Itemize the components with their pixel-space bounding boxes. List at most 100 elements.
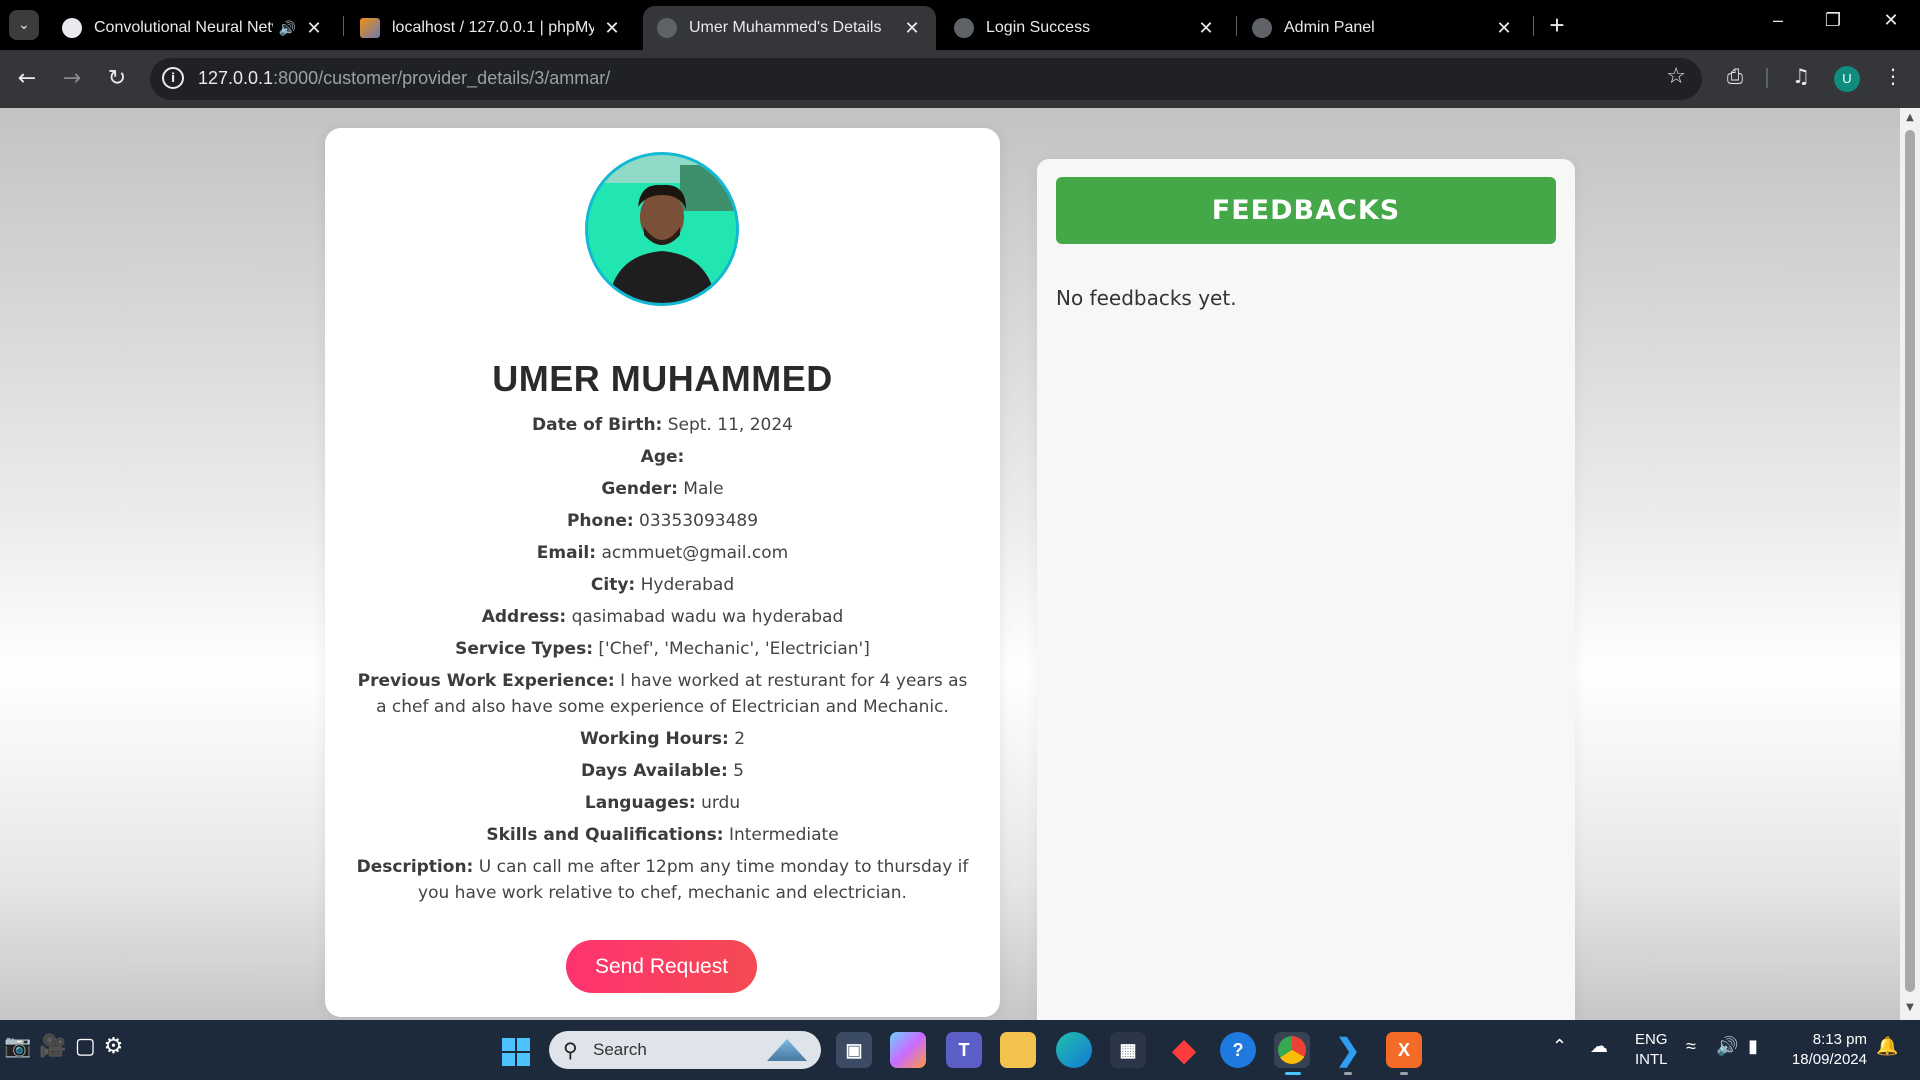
detail-label: Service Types: (455, 639, 594, 659)
detail-value: 2 (734, 729, 746, 749)
page-viewport: UMER MUHAMMED Date of Birth: Sept. 11, 2… (0, 108, 1900, 1020)
scroll-down-arrow-icon[interactable]: ▼ (1900, 1002, 1920, 1018)
close-window-icon[interactable]: ✕ (1876, 10, 1906, 31)
close-icon[interactable]: ✕ (1196, 18, 1216, 39)
detail-label: City: (590, 575, 636, 595)
search-highlight-icon (767, 1039, 807, 1061)
restore-icon[interactable]: ❐ (1818, 10, 1848, 31)
extensions-icon[interactable]: ⎙ (1720, 64, 1750, 88)
detail-label: Gender: (601, 479, 678, 499)
running-indicator (1285, 1072, 1301, 1075)
chrome-icon[interactable] (1274, 1032, 1310, 1068)
forward-arrow-icon[interactable]: → (57, 64, 87, 94)
url-text[interactable]: 127.0.0.1:8000/customer/provider_details… (198, 68, 610, 89)
detail-label: Description: (356, 857, 474, 877)
language-code: ENG (1635, 1031, 1668, 1048)
chevron-up-icon[interactable]: ⌃ (1552, 1036, 1567, 1057)
tab-phpmyadmin[interactable]: localhost / 127.0.0.1 | phpMyAd ✕ (346, 6, 636, 50)
detail-gender: Gender: Male (355, 476, 970, 502)
person-photo-icon (588, 155, 736, 303)
task-view-icon[interactable]: ▣ (836, 1032, 872, 1068)
tab-title: Convolutional Neural Netw (94, 19, 273, 36)
close-icon[interactable]: ✕ (902, 18, 922, 39)
scrollbar-thumb[interactable] (1905, 130, 1915, 992)
feedbacks-header: FEEDBACKS (1056, 177, 1556, 244)
detail-address: Address: qasimabad wadu wa hyderabad (355, 604, 970, 630)
globe-icon (954, 18, 974, 38)
wifi-icon[interactable]: ≈ (1686, 1036, 1696, 1057)
send-request-button[interactable]: Send Request (566, 940, 757, 993)
minimize-icon[interactable]: – (1763, 10, 1793, 31)
help-app-icon[interactable]: ? (1220, 1032, 1256, 1068)
detail-value: Hyderabad (640, 575, 735, 595)
close-icon[interactable]: ✕ (602, 18, 622, 39)
detail-date-of-birth: Date of Birth: Sept. 11, 2024 (355, 412, 970, 438)
site-info-icon[interactable]: i (162, 67, 184, 89)
detail-age: Age: (355, 444, 970, 470)
detail-value: 03353093489 (639, 511, 759, 531)
red-diamond-app-icon[interactable]: ◆ (1166, 1032, 1202, 1068)
notification-bell-icon[interactable]: 🔔 (1876, 1036, 1898, 1057)
detail-value: urdu (701, 793, 741, 813)
globe-icon (1252, 18, 1272, 38)
detail-label: Working Hours: (579, 729, 729, 749)
browser-toolbar: ← → ↻ i 127.0.0.1:8000/customer/provider… (0, 50, 1920, 108)
running-indicator (1400, 1072, 1408, 1075)
clock-date: 18/09/2024 (1791, 1051, 1867, 1068)
back-arrow-icon[interactable]: ← (12, 64, 42, 94)
settings-gear-icon[interactable]: ⚙ (104, 1034, 124, 1059)
copilot-icon[interactable] (890, 1032, 926, 1068)
tab-admin-panel[interactable]: Admin Panel ✕ (1238, 6, 1528, 50)
detail-service-types: Service Types: ['Chef', 'Mechanic', 'Ele… (355, 636, 970, 662)
xampp-icon[interactable]: X (1386, 1032, 1422, 1068)
tab-title: Login Success (986, 19, 1091, 36)
detail-value: 5 (733, 761, 744, 781)
close-icon[interactable]: ✕ (1494, 18, 1514, 39)
battery-icon[interactable]: ▮ (1748, 1036, 1758, 1057)
profile-avatar[interactable]: U (1834, 66, 1860, 92)
onedrive-icon[interactable]: ☁ (1590, 1036, 1608, 1057)
clock-time: 8:13 pm (1812, 1031, 1867, 1048)
new-tab-button[interactable]: + (1542, 10, 1572, 40)
detail-working-hours: Working Hours: 2 (355, 726, 970, 752)
volume-icon[interactable]: 🔊 (1716, 1036, 1738, 1057)
video-icon[interactable]: 🎥 (39, 1034, 66, 1059)
url-host: 127.0.0.1 (198, 68, 274, 88)
toolbar-divider (1766, 68, 1768, 88)
taskbar-search-box[interactable]: ⚲ Search (549, 1031, 821, 1069)
tab-strip: ⌄ Convolutional Neural Netw 🔊 ✕ localhos… (0, 0, 1920, 50)
windows-start-icon[interactable] (502, 1038, 530, 1066)
teams-icon[interactable]: T (946, 1032, 982, 1068)
detail-label: Days Available: (581, 761, 728, 781)
tab-provider-details[interactable]: Umer Muhammed's Details ✕ (643, 6, 936, 50)
detail-value: U can call me after 12pm any time monday… (418, 857, 969, 903)
tab-title: Umer Muhammed's Details (689, 19, 882, 36)
window-icon[interactable]: ▢ (75, 1034, 96, 1059)
camera-icon[interactable]: 📷 (4, 1034, 31, 1059)
tab-login-success[interactable]: Login Success ✕ (940, 6, 1230, 50)
detail-label: Languages: (584, 793, 696, 813)
detail-label: Phone: (566, 511, 634, 531)
input-language[interactable]: ENG INTL (1635, 1030, 1668, 1070)
phpmyadmin-icon (360, 18, 380, 38)
close-icon[interactable]: ✕ (304, 18, 324, 39)
reload-icon[interactable]: ↻ (102, 64, 132, 94)
file-explorer-icon[interactable] (1000, 1032, 1036, 1068)
taskbar-clock[interactable]: 8:13 pm 18/09/2024 (1785, 1030, 1867, 1070)
tab-cnn[interactable]: Convolutional Neural Netw 🔊 ✕ (48, 6, 338, 50)
detail-value: acmmuet@gmail.com (601, 543, 789, 563)
vscode-icon[interactable]: ❯ (1330, 1032, 1366, 1068)
tab-divider (343, 16, 344, 36)
tab-title: localhost / 127.0.0.1 | phpMyAd (392, 19, 594, 36)
bookmark-star-icon[interactable]: ☆ (1666, 64, 1686, 89)
tab-search-button[interactable]: ⌄ (9, 10, 39, 40)
speaker-icon[interactable]: 🔊 (279, 20, 296, 37)
feedbacks-panel: FEEDBACKS No feedbacks yet. (1037, 159, 1575, 1020)
store-icon[interactable]: ▦ (1110, 1032, 1146, 1068)
address-bar[interactable]: i 127.0.0.1:8000/customer/provider_detai… (150, 58, 1702, 100)
scroll-up-arrow-icon[interactable]: ▲ (1900, 112, 1920, 128)
edge-icon[interactable] (1056, 1032, 1092, 1068)
menu-kebab-icon[interactable]: ⋮ (1878, 64, 1908, 88)
page-scrollbar[interactable]: ▲ ▼ (1900, 108, 1920, 1020)
media-queue-icon[interactable]: ♫ (1786, 64, 1816, 88)
